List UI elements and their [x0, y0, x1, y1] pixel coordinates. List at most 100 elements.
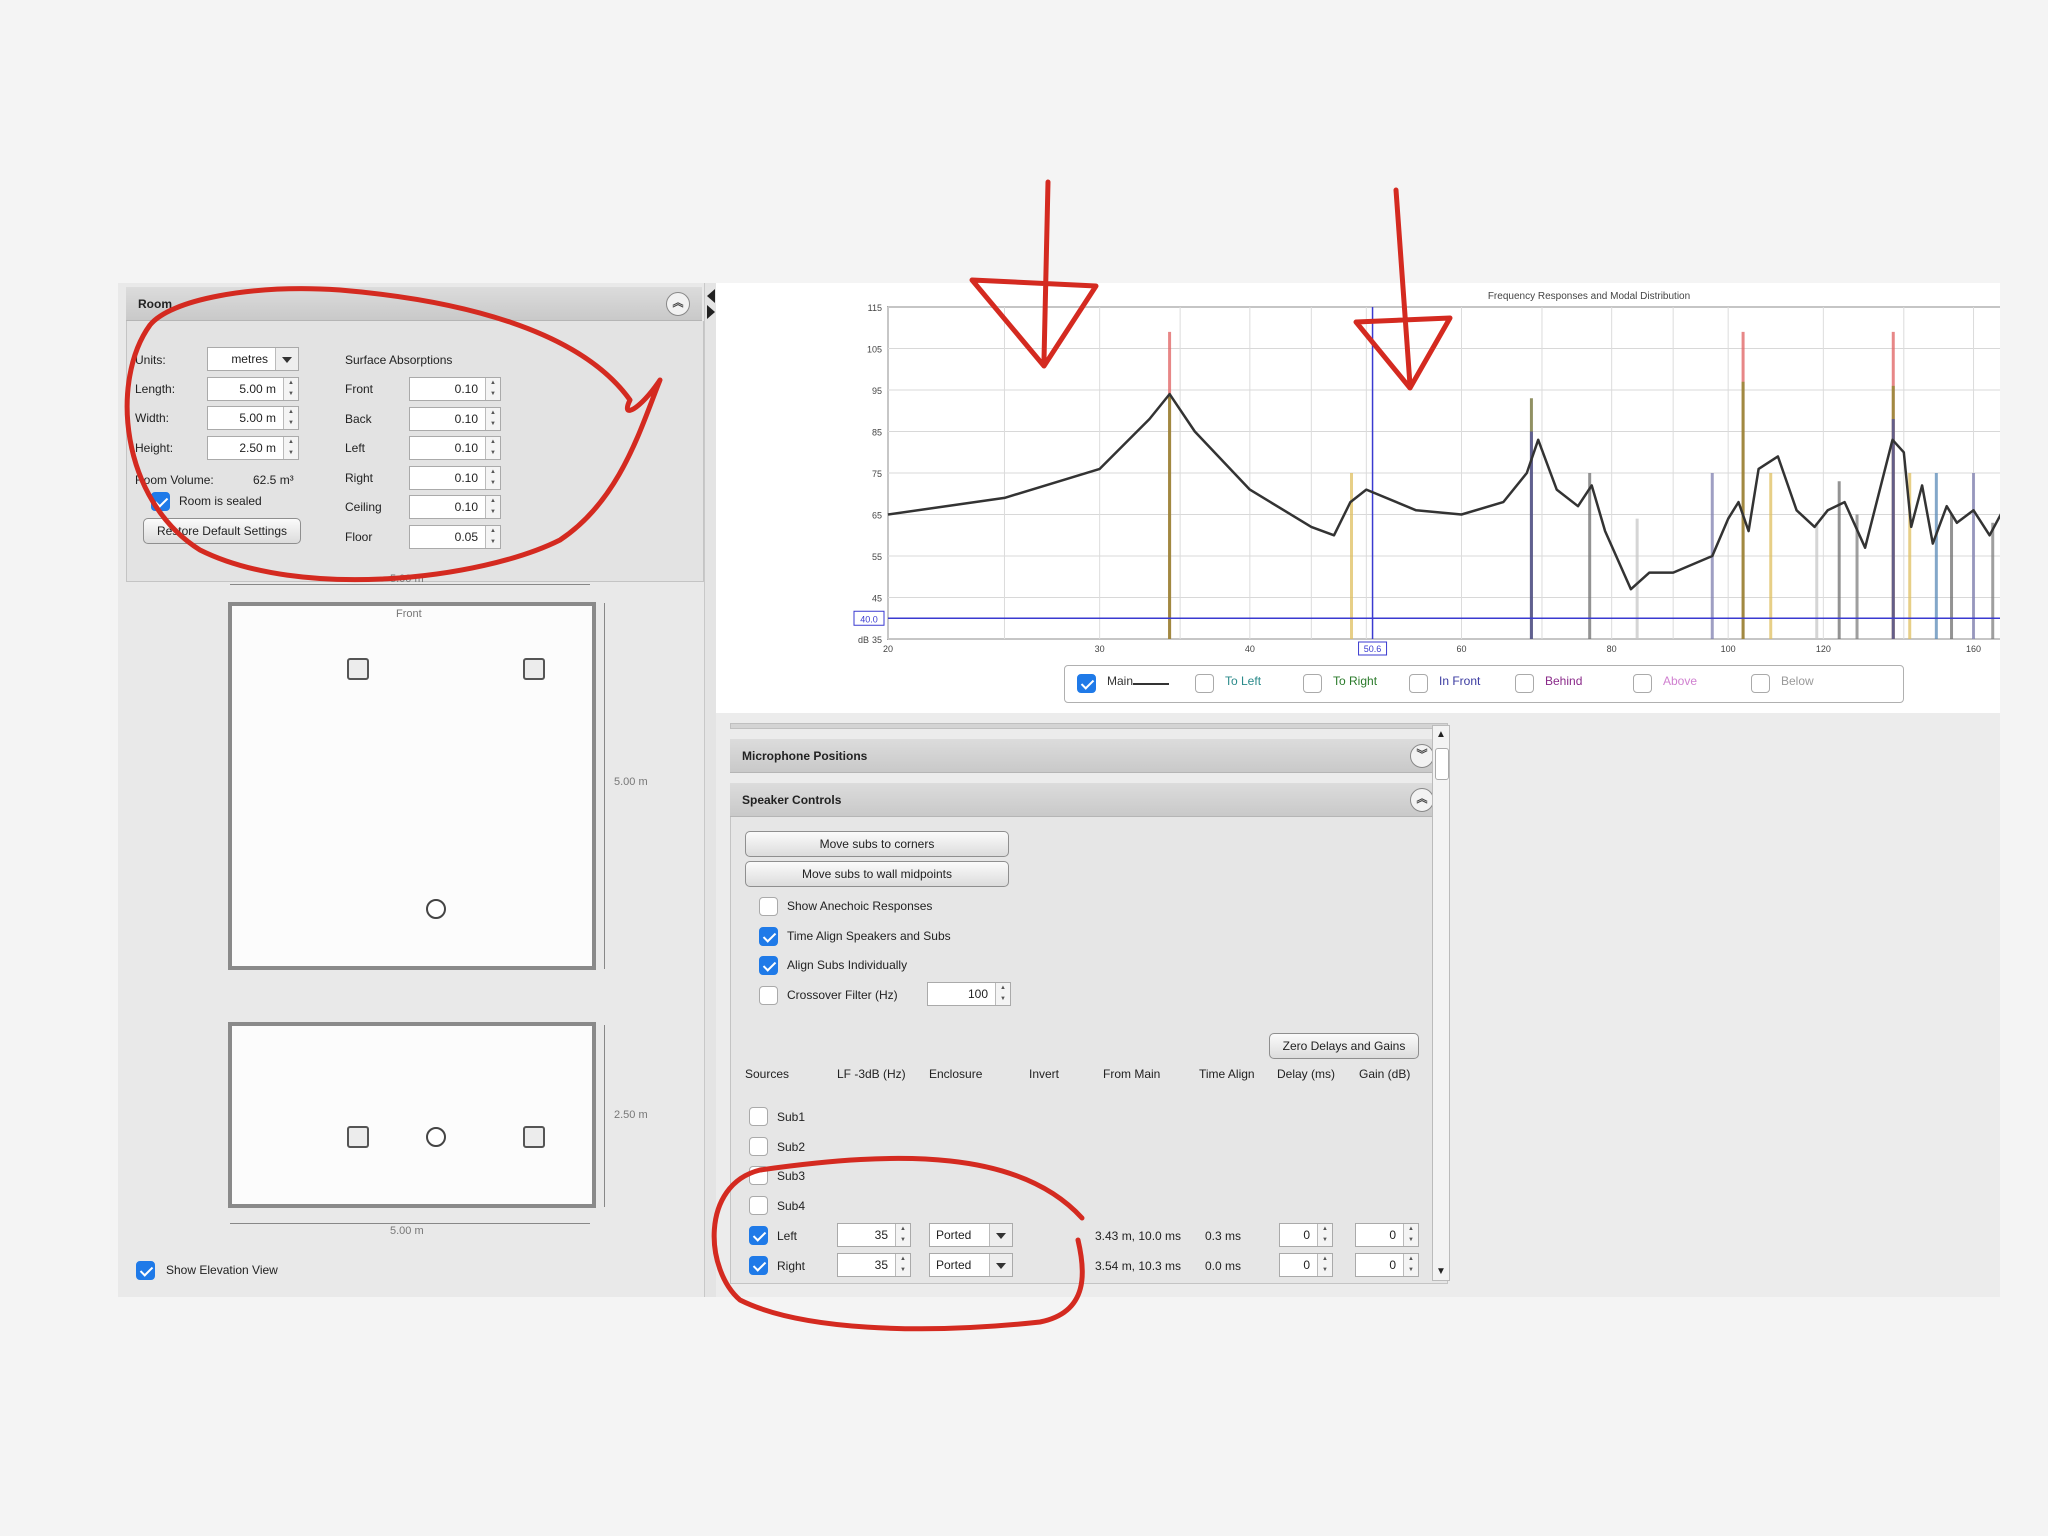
stepper-icon[interactable]: ▲ ▼ — [895, 1224, 910, 1246]
enclosure-dropdown[interactable]: Ported — [929, 1253, 1013, 1277]
stepper-icon[interactable]: ▲ ▼ — [283, 407, 298, 429]
legend-checkbox-6[interactable] — [1751, 674, 1770, 693]
crossover-value: 100 — [967, 987, 988, 1001]
absorption-field-front[interactable]: 0.10 ▲ ▼ — [409, 377, 501, 401]
sub-checkbox-1[interactable] — [749, 1107, 768, 1126]
move-subs-corners-button[interactable]: Move subs to corners — [745, 831, 1009, 857]
front-label: Front — [396, 608, 422, 620]
expand-icon[interactable]: ︾ — [1410, 744, 1434, 768]
gain-value: 0 — [1389, 1258, 1396, 1272]
speaker-panel-header[interactable]: Speaker Controls ︽ — [730, 783, 1446, 817]
scroll-thumb[interactable] — [1435, 748, 1449, 780]
from-main-value: 3.43 m, 10.0 ms — [1095, 1229, 1182, 1243]
stepper-icon[interactable]: ▲ ▼ — [283, 437, 298, 459]
stepper-icon[interactable]: ▲ ▼ — [1317, 1224, 1332, 1246]
length-value: 5.00 m — [239, 382, 276, 396]
y-axis-label: dB — [858, 635, 869, 645]
absorption-field-right[interactable]: 0.10 ▲ ▼ — [409, 465, 501, 490]
sealed-checkbox[interactable] — [151, 492, 170, 511]
legend-checkbox-5[interactable] — [1633, 674, 1652, 693]
restore-defaults-button[interactable]: Restore Default Settings — [143, 518, 301, 544]
align-subs-checkbox[interactable] — [759, 956, 778, 975]
legend-label-4: Behind — [1545, 674, 1583, 688]
room-panel-header[interactable]: Room ︽ — [126, 287, 702, 321]
gain-field[interactable]: 0 ▲ ▼ — [1355, 1223, 1419, 1247]
enclosure-value: Ported — [936, 1258, 972, 1272]
stepper-icon[interactable]: ▲ ▼ — [995, 983, 1010, 1005]
height-field[interactable]: 2.50 m ▲ ▼ — [207, 436, 299, 460]
speaker-panel-title: Speaker Controls — [742, 793, 842, 807]
collapse-right-icon[interactable] — [707, 305, 715, 319]
speaker-checkbox-right[interactable] — [749, 1256, 768, 1275]
legend-checkbox-2[interactable] — [1303, 674, 1322, 693]
width-field[interactable]: 5.00 m ▲ ▼ — [207, 406, 299, 430]
anechoic-checkbox[interactable] — [759, 897, 778, 916]
crossover-checkbox[interactable] — [759, 986, 778, 1005]
stepper-icon[interactable]: ▲ ▼ — [1317, 1254, 1332, 1276]
speaker-left-icon[interactable] — [347, 658, 369, 680]
gain-field[interactable]: 0 ▲ ▼ — [1355, 1253, 1419, 1277]
zero-delays-button[interactable]: Zero Delays and Gains — [1269, 1033, 1419, 1059]
x-tick-label: 40 — [1245, 644, 1255, 654]
length-field[interactable]: 5.00 m ▲ ▼ — [207, 377, 299, 401]
move-subs-midpoints-button[interactable]: Move subs to wall midpoints — [745, 861, 1009, 887]
scroll-down-icon[interactable]: ▼ — [1436, 1266, 1446, 1277]
legend-label-5: Above — [1663, 674, 1698, 688]
collapse-left-icon[interactable] — [707, 289, 715, 303]
legend-checkbox-3[interactable] — [1409, 674, 1428, 693]
room-elevation-view[interactable] — [228, 1022, 596, 1208]
absorption-field-left[interactable]: 0.10 ▲ ▼ — [409, 436, 501, 461]
stepper-icon[interactable]: ▲ ▼ — [485, 437, 500, 460]
collapse-icon[interactable]: ︽ — [1410, 788, 1434, 812]
absorption-field-back[interactable]: 0.10 ▲ ▼ — [409, 406, 501, 431]
volume-value: 62.5 m³ — [253, 473, 294, 487]
stepper-icon[interactable]: ▲ ▼ — [485, 526, 500, 548]
time-align-checkbox[interactable] — [759, 927, 778, 946]
microphone-icon[interactable] — [426, 899, 446, 919]
lf-field[interactable]: 35 ▲ ▼ — [837, 1253, 911, 1277]
speaker-left-icon[interactable] — [347, 1126, 369, 1148]
stepper-icon[interactable]: ▲ ▼ — [485, 407, 500, 430]
lf-field[interactable]: 35 ▲ ▼ — [837, 1223, 911, 1247]
units-label: Units: — [135, 353, 166, 367]
collapse-icon[interactable]: ︽ — [666, 292, 690, 316]
sub-label-1: Sub1 — [777, 1110, 806, 1124]
absorption-field-ceiling[interactable]: 0.10 ▲ ▼ — [409, 495, 501, 520]
enclosure-value: Ported — [936, 1228, 972, 1242]
sub-checkbox-4[interactable] — [749, 1195, 768, 1215]
sub-label-3: Sub3 — [777, 1169, 806, 1184]
speaker-checkbox-left[interactable] — [749, 1226, 768, 1245]
absorption-field-floor[interactable]: 0.05 ▲ ▼ — [409, 525, 501, 549]
stepper-icon[interactable]: ▲ ▼ — [1403, 1254, 1418, 1276]
gain-value: 0 — [1389, 1228, 1396, 1242]
show-elevation-checkbox[interactable] — [136, 1261, 155, 1280]
frequency-response-chart[interactable]: Frequency Responses and Modal Distributi… — [716, 283, 2000, 713]
stepper-icon[interactable]: ▲ ▼ — [283, 378, 298, 400]
speaker-right-icon[interactable] — [523, 658, 545, 680]
legend-checkbox-1[interactable] — [1195, 674, 1214, 693]
x-tick-label: 80 — [1607, 644, 1617, 654]
room-plan-view[interactable]: Front — [228, 602, 596, 970]
enclosure-dropdown[interactable]: Ported — [929, 1223, 1013, 1247]
absorption-label-front: Front — [345, 382, 374, 396]
stepper-icon[interactable]: ▲ ▼ — [895, 1254, 910, 1276]
legend-checkbox-0[interactable] — [1077, 674, 1096, 693]
scroll-up-icon[interactable]: ▲ — [1436, 729, 1446, 740]
microphone-icon[interactable] — [426, 1127, 446, 1147]
speaker-right-icon[interactable] — [523, 1126, 545, 1148]
sub-checkbox-3[interactable] — [749, 1166, 768, 1186]
lf-value: 35 — [874, 1258, 888, 1272]
crossover-field[interactable]: 100 ▲ ▼ — [927, 982, 1011, 1006]
units-dropdown[interactable]: metres — [207, 347, 299, 371]
threshold-value: 40.0 — [860, 614, 878, 624]
sub-checkbox-2[interactable] — [749, 1136, 768, 1156]
mic-panel-header[interactable]: Microphone Positions ︾ — [730, 739, 1446, 773]
stepper-icon[interactable]: ▲ ▼ — [485, 466, 500, 489]
stepper-icon[interactable]: ▲ ▼ — [1403, 1224, 1418, 1246]
stepper-icon[interactable]: ▲ ▼ — [485, 496, 500, 519]
delay-field[interactable]: 0 ▲ ▼ — [1279, 1253, 1333, 1277]
legend-checkbox-4[interactable] — [1515, 674, 1534, 693]
stepper-icon[interactable]: ▲ ▼ — [485, 378, 500, 400]
panel-scrollbar[interactable]: ▲ ▼ — [1432, 725, 1450, 1281]
delay-field[interactable]: 0 ▲ ▼ — [1279, 1223, 1333, 1247]
